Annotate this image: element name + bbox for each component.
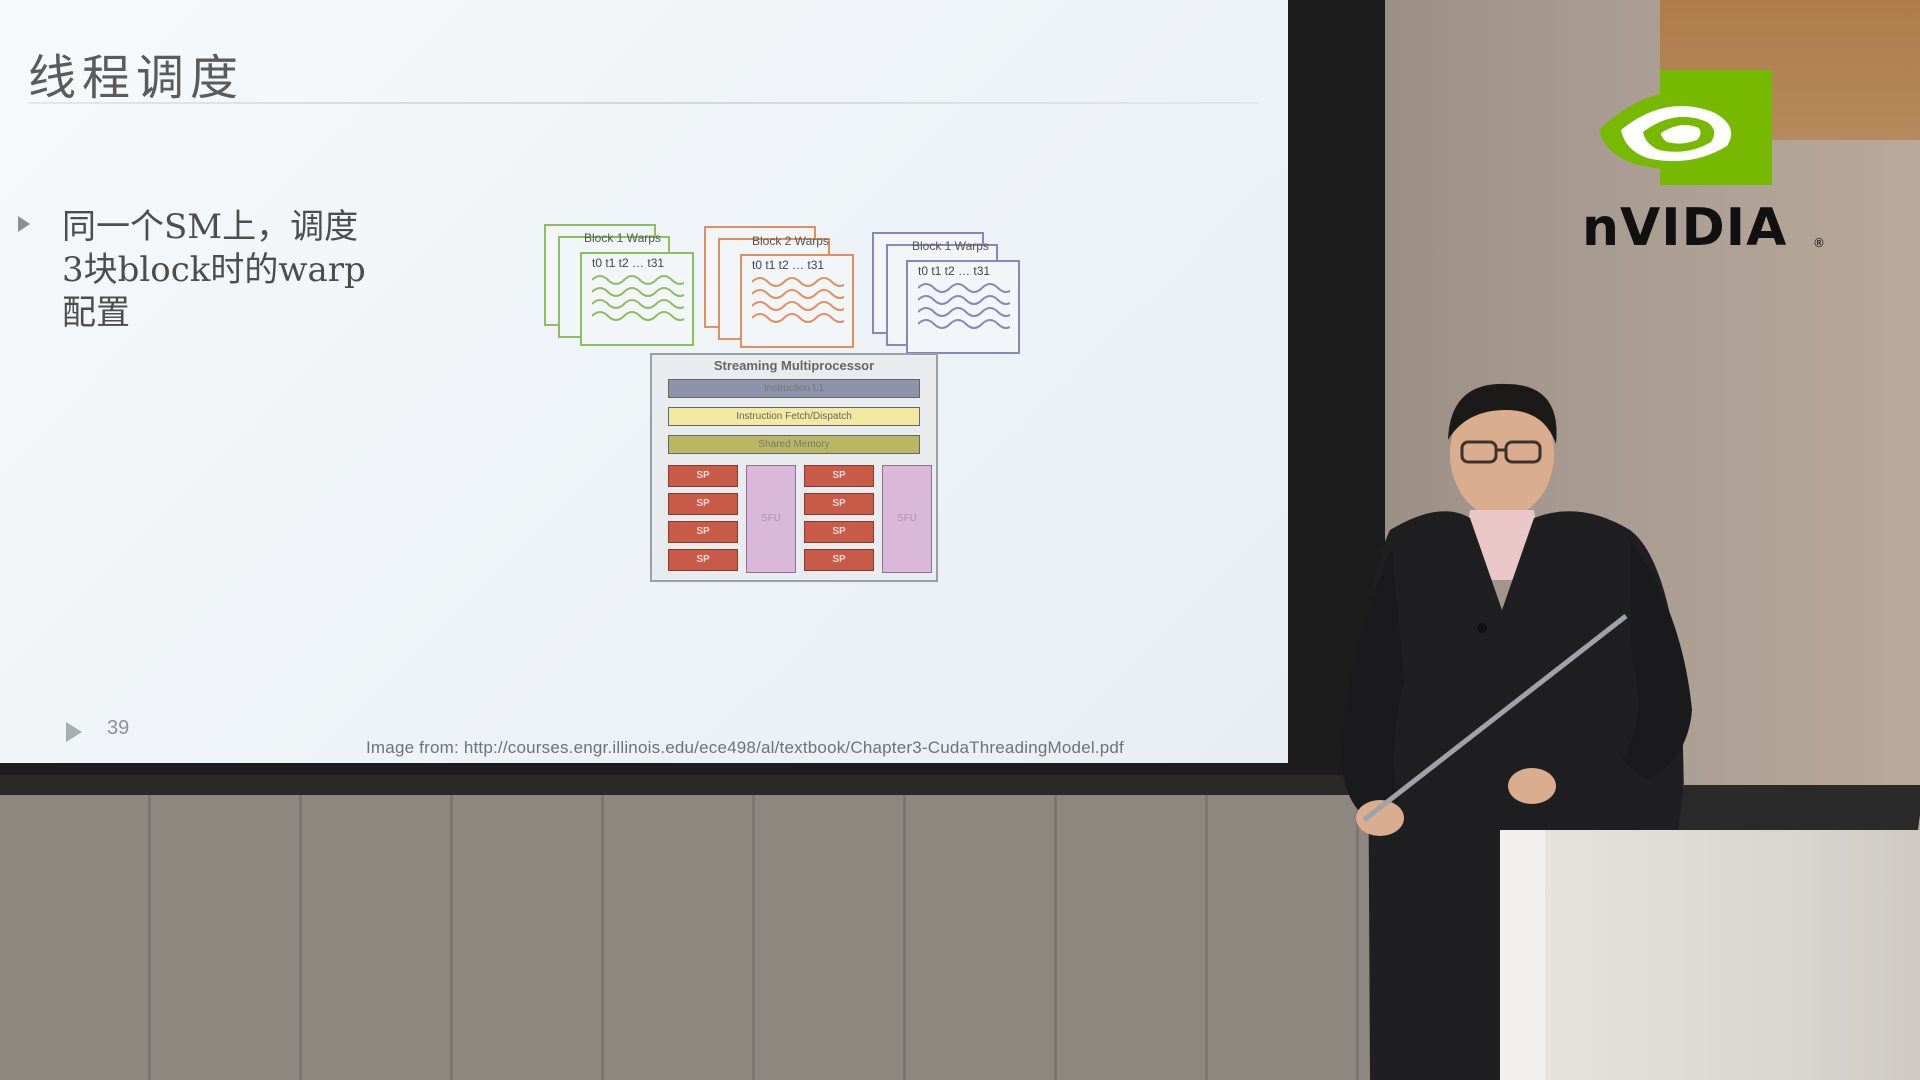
slide: 线程调度 同一个SM上，调度 3块block时的warp 配置 Block 1 … (0, 0, 1288, 763)
sfu-unit: SFU (882, 465, 932, 573)
thread-ids: t0 t1 t2 … t31 (592, 256, 665, 270)
bullet-line: 配置 (62, 293, 130, 333)
sp-unit: SP (668, 521, 738, 543)
bullet-arrow-icon (18, 216, 30, 232)
thread-ids: t0 t1 t2 … t31 (752, 258, 825, 272)
sp-unit: SP (668, 465, 738, 487)
sp-unit: SP (804, 493, 874, 515)
slide-title: 线程调度 (28, 50, 245, 106)
block-label: Block 1 Warps (584, 231, 661, 245)
shared-memory-bar: Shared Memory (668, 435, 920, 454)
sm-title: Streaming Multiprocessor (713, 358, 875, 373)
instruction-fetch-bar: Instruction Fetch/Dispatch (668, 407, 920, 426)
sp-unit: SP (668, 549, 738, 571)
block-label: Block 2 Warps (752, 234, 829, 248)
sp-unit: SP (804, 549, 874, 571)
podium (1500, 830, 1920, 1080)
sp-unit: SP (804, 521, 874, 543)
block-label: Block 1 Warps (912, 239, 989, 253)
podium-side (1500, 830, 1545, 1080)
thread-squiggles (592, 275, 684, 321)
trademark-mark: ® (1813, 236, 1825, 250)
thread-squiggles (752, 277, 844, 323)
nvidia-eye-logo (1599, 70, 1772, 185)
sp-unit: SP (804, 465, 874, 487)
thread-squiggles (918, 283, 1010, 329)
title-divider (28, 102, 1258, 104)
nvidia-wordmark: nVIDIA (1582, 198, 1788, 258)
bullet-line: 同一个SM上，调度 (62, 207, 359, 247)
lower-wall-panels (0, 790, 1400, 1080)
bullet-text: 同一个SM上，调度 3块block时的warp 配置 (62, 206, 462, 335)
instruction-l1-bar: Instruction L1 (668, 379, 920, 398)
thread-ids: t0 t1 t2 … t31 (918, 264, 991, 278)
page-number: 39 (107, 717, 130, 739)
sfu-unit: SFU (746, 465, 796, 573)
warp-scheduling-diagram: Block 1 Warps t0 t1 t2 … t31 Block 2 War… (540, 220, 1020, 590)
sp-unit: SP (668, 493, 738, 515)
streaming-multiprocessor: Streaming Multiprocessor Instruction L1 … (650, 353, 938, 582)
screen-bottom-edge (0, 775, 1385, 795)
bullet-line: 3块block时的warp (62, 250, 366, 290)
page-arrow-icon (66, 722, 82, 742)
image-credit: Image from: http://courses.engr.illinois… (366, 738, 1124, 757)
